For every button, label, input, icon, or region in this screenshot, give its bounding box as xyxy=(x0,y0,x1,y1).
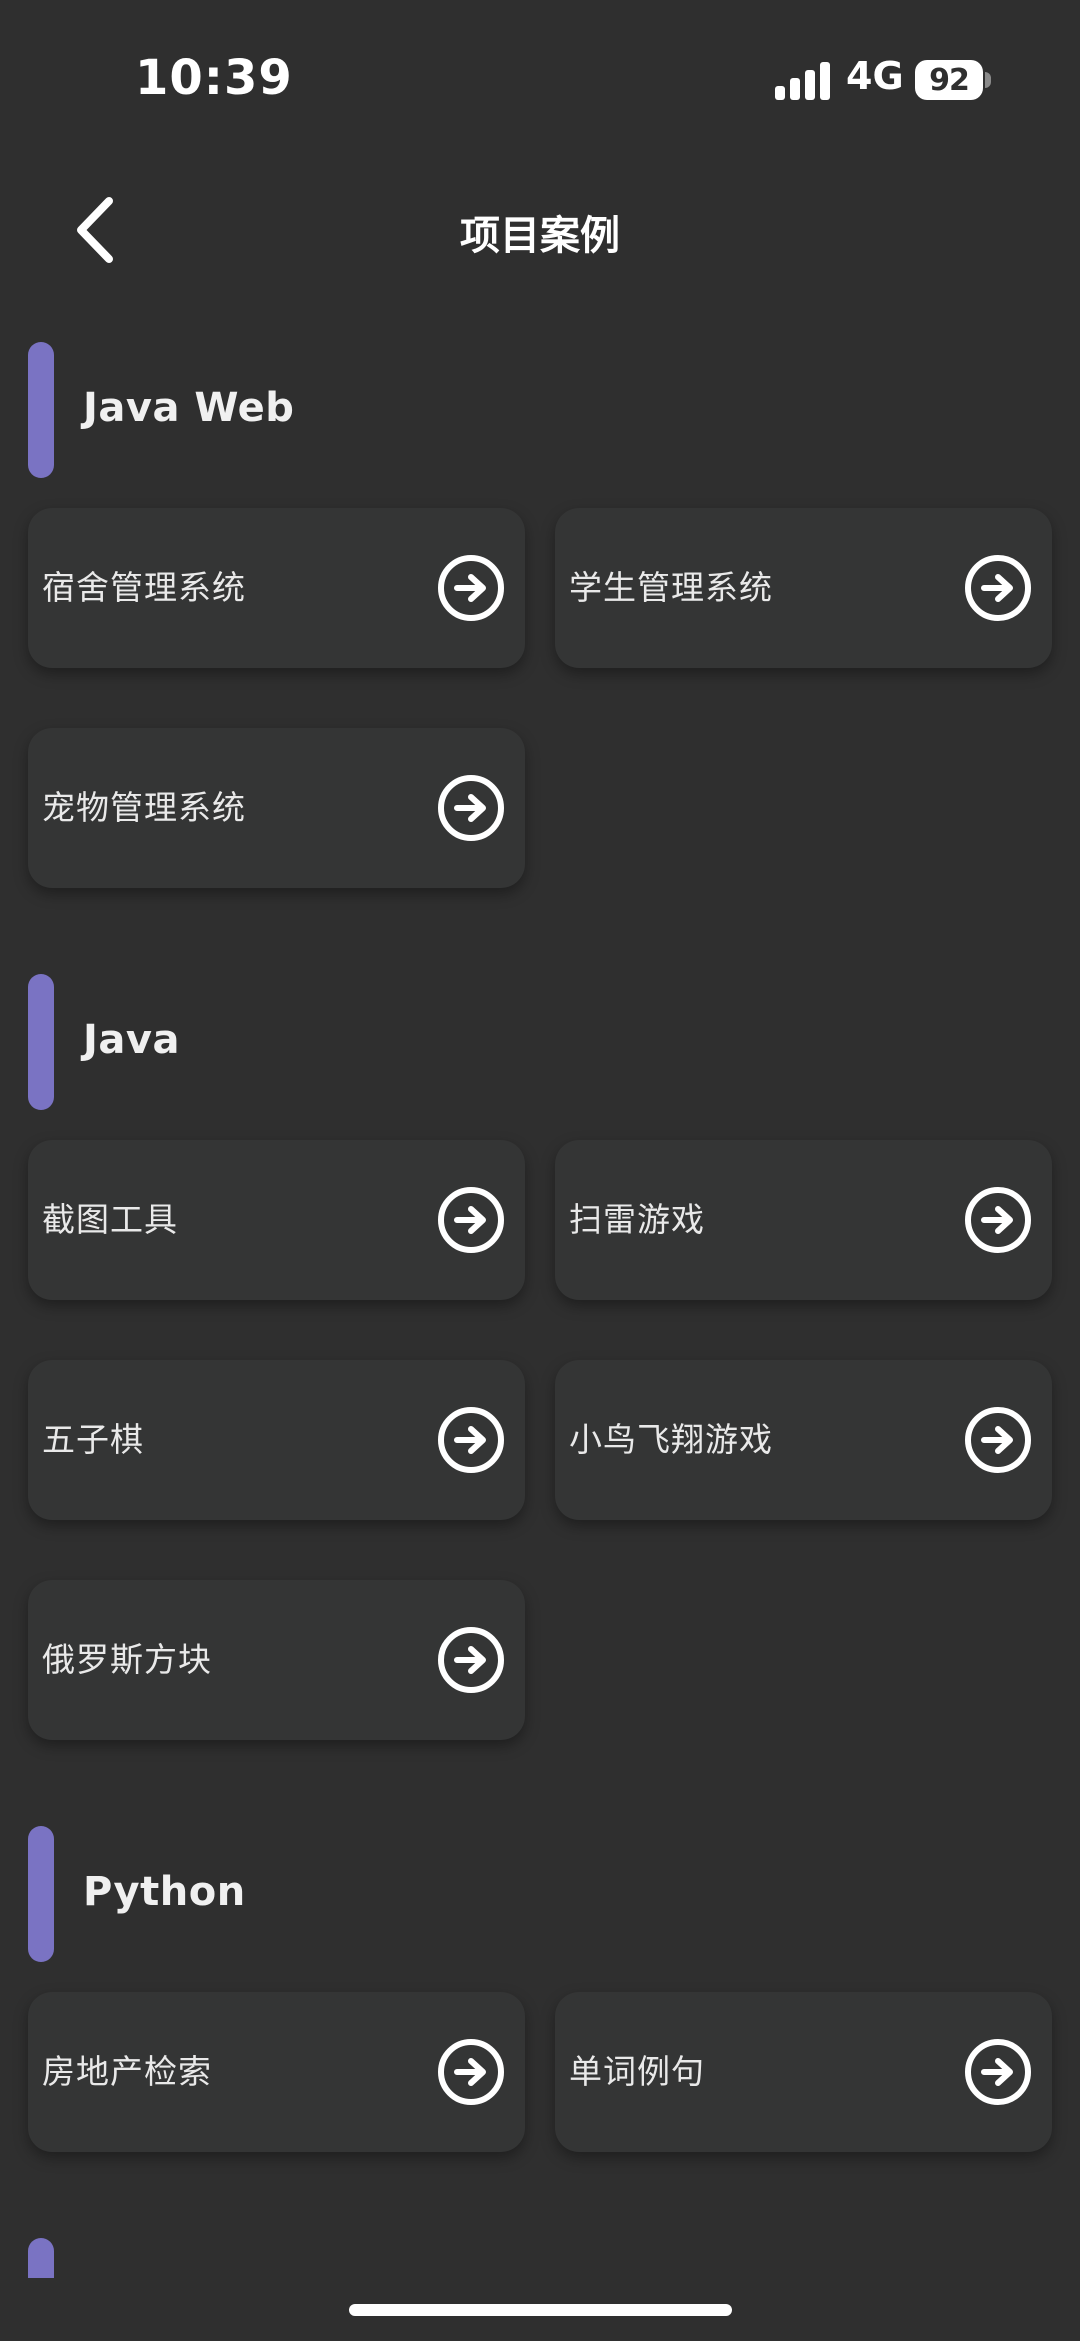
section-marker xyxy=(28,342,54,478)
section-title: Java Web xyxy=(83,385,295,431)
project-card-label: 房地产检索 xyxy=(42,2052,212,2091)
project-card[interactable]: 俄罗斯方块 xyxy=(28,1580,525,1740)
network-type: 4G xyxy=(846,54,904,98)
signal-icon xyxy=(775,62,830,100)
arrow-right-circle-icon xyxy=(965,1187,1031,1253)
project-card[interactable]: 扫雷游戏 xyxy=(555,1140,1052,1300)
project-card[interactable]: 小鸟飞翔游戏 xyxy=(555,1360,1052,1520)
project-card[interactable]: 宿舍管理系统 xyxy=(28,508,525,668)
section-marker-partial xyxy=(28,2238,54,2278)
section-title: Python xyxy=(83,1869,246,1915)
section-marker xyxy=(28,1826,54,1962)
project-card-label: 小鸟飞翔游戏 xyxy=(569,1420,773,1459)
arrow-right-circle-icon xyxy=(438,2039,504,2105)
battery-tip xyxy=(985,72,991,88)
section-marker xyxy=(28,974,54,1110)
project-card[interactable]: 截图工具 xyxy=(28,1140,525,1300)
status-bar: 10:39 4G 92 xyxy=(0,0,1080,160)
project-card-label: 学生管理系统 xyxy=(569,568,773,607)
project-card-label: 单词例句 xyxy=(569,2052,705,2091)
arrow-right-circle-icon xyxy=(438,775,504,841)
section-title: Java xyxy=(83,1017,180,1063)
project-card[interactable]: 单词例句 xyxy=(555,1992,1052,2152)
project-card[interactable]: 五子棋 xyxy=(28,1360,525,1520)
battery-level: 92 xyxy=(929,62,970,98)
arrow-right-circle-icon xyxy=(965,555,1031,621)
project-card-label: 扫雷游戏 xyxy=(569,1200,705,1239)
arrow-right-circle-icon xyxy=(965,1407,1031,1473)
project-card[interactable]: 学生管理系统 xyxy=(555,508,1052,668)
arrow-right-circle-icon xyxy=(438,1627,504,1693)
arrow-right-circle-icon xyxy=(438,555,504,621)
battery-icon: 92 xyxy=(915,60,983,100)
page-title: 项目案例 xyxy=(460,213,620,259)
project-card-label: 宿舍管理系统 xyxy=(42,568,246,607)
arrow-right-circle-icon xyxy=(438,1187,504,1253)
status-time: 10:39 xyxy=(135,50,293,106)
project-card-label: 五子棋 xyxy=(42,1420,144,1459)
project-card[interactable]: 房地产检索 xyxy=(28,1992,525,2152)
project-card-label: 截图工具 xyxy=(42,1200,178,1239)
project-card-label: 俄罗斯方块 xyxy=(42,1640,212,1679)
project-card-label: 宠物管理系统 xyxy=(42,788,246,827)
home-indicator[interactable] xyxy=(349,2304,732,2316)
project-card[interactable]: 宠物管理系统 xyxy=(28,728,525,888)
arrow-right-circle-icon xyxy=(965,2039,1031,2105)
arrow-right-circle-icon xyxy=(438,1407,504,1473)
